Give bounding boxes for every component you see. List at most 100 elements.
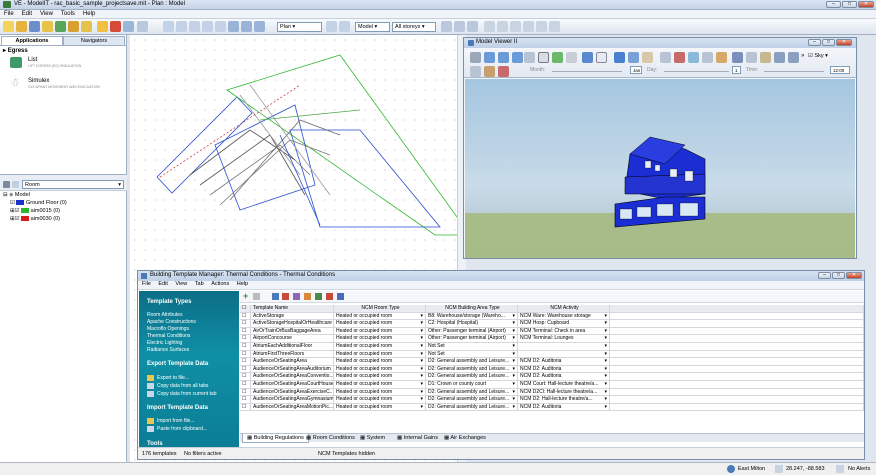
- zoom-fit-icon[interactable]: [189, 21, 200, 32]
- component-icon[interactable]: [68, 21, 79, 32]
- close-button[interactable]: ✕: [858, 1, 874, 8]
- import-from-file-link[interactable]: Import from file...: [157, 418, 195, 424]
- dropdown-arrow-icon[interactable]: ▾: [420, 335, 423, 342]
- paste-icon[interactable]: [523, 21, 534, 32]
- row-activity[interactable]: NCM Ware: Warehouse storage ▾: [518, 312, 610, 321]
- export-icon[interactable]: [774, 52, 785, 63]
- row-template-name[interactable]: AudienceOrSeatingAreaAuditorium: [251, 365, 334, 374]
- tab-system[interactable]: ▦ System: [360, 435, 385, 441]
- col-ncm-room-type[interactable]: NCM Room Type: [334, 305, 426, 313]
- dropdown-arrow-icon[interactable]: ▾: [512, 358, 515, 365]
- list-app-name[interactable]: List: [28, 57, 37, 63]
- shade-icon[interactable]: [642, 52, 653, 63]
- row-activity[interactable]: NCM D2Cl: Hall-lecture theatre/a... ▾: [518, 388, 610, 397]
- row-checkbox[interactable]: ☐: [240, 343, 251, 351]
- dropdown-arrow-icon[interactable]: ▾: [604, 373, 607, 380]
- row-template-name[interactable]: ActiveStorage: [251, 312, 334, 321]
- dropdown-arrow-icon[interactable]: ▾: [512, 343, 515, 350]
- side-thermal-conditions[interactable]: Thermal Conditions: [147, 333, 190, 339]
- remove-icon[interactable]: [253, 293, 260, 300]
- mgr-menu-view[interactable]: View: [175, 281, 187, 287]
- dropdown-arrow-icon[interactable]: ▾: [420, 373, 423, 380]
- pan-icon[interactable]: [215, 21, 226, 32]
- dropdown-arrow-icon[interactable]: ▾: [604, 404, 607, 411]
- row-template-name[interactable]: AudienceOrSeatingAreaCourtHouse: [251, 381, 334, 389]
- light-view-icon[interactable]: [716, 52, 727, 63]
- manager-minimize-button[interactable]: –: [818, 272, 831, 279]
- menu-edit[interactable]: Edit: [18, 10, 36, 18]
- mgr-menu-actions[interactable]: Actions: [211, 281, 229, 287]
- row-room-type[interactable]: Heated or occupied room ▾: [334, 396, 426, 404]
- row-checkbox[interactable]: ☐: [240, 358, 251, 366]
- side-apache-constructions[interactable]: Apache Constructions: [147, 319, 196, 325]
- pan-hand-icon[interactable]: [470, 52, 481, 63]
- material-icon[interactable]: [484, 66, 495, 77]
- menu-view[interactable]: View: [36, 10, 57, 18]
- delete-icon[interactable]: [536, 21, 547, 32]
- solid-cube-icon[interactable]: [614, 52, 625, 63]
- side-macroflo-openings[interactable]: Macroflo Openings: [147, 326, 189, 332]
- print-icon[interactable]: [788, 52, 799, 63]
- dropdown-arrow-icon[interactable]: ▾: [604, 366, 607, 373]
- dropdown-arrow-icon[interactable]: ▾: [420, 328, 423, 335]
- row-area-type[interactable]: D2: General assembly and Leisure... ▾: [426, 365, 518, 374]
- row-room-type[interactable]: Heated or occupied room ▾: [334, 403, 426, 412]
- row-checkbox[interactable]: ☐: [240, 388, 251, 397]
- dropdown-arrow-icon[interactable]: ▾: [604, 358, 607, 365]
- mgr-menu-tab[interactable]: Tab: [195, 281, 204, 287]
- row-area-type[interactable]: Other: Passenger terminal (Airport) ▾: [426, 327, 518, 336]
- dropdown-arrow-icon[interactable]: ▾: [512, 351, 515, 358]
- row-area-type[interactable]: D2: General assembly and Leisure... ▾: [426, 396, 518, 404]
- day-value[interactable]: 1: [732, 66, 741, 74]
- add-icon[interactable]: +: [243, 291, 248, 301]
- table-row[interactable]: ☐ AudienceOrSeatingAreaConventio... Heated…: [240, 373, 864, 381]
- filter-icon[interactable]: [12, 181, 19, 188]
- sphere-icon[interactable]: [538, 52, 549, 63]
- dropdown-arrow-icon[interactable]: ▾: [420, 381, 423, 388]
- sky-checkbox[interactable]: ☑ Sky ▾: [808, 53, 828, 59]
- row-activity[interactable]: NCM D2: Auditoria ▾: [518, 373, 610, 381]
- bulb-icon[interactable]: [746, 52, 757, 63]
- row-area-type[interactable]: D2: General assembly and Leisure... ▾: [426, 358, 518, 366]
- row-activity[interactable]: NCM D2: Hall-lecture theatre/a... ▾: [518, 396, 610, 404]
- model-select[interactable]: Model ▾: [355, 22, 390, 32]
- measure-icon[interactable]: [524, 52, 535, 63]
- row-activity[interactable]: ▾: [518, 350, 610, 359]
- row-checkbox[interactable]: ☐: [240, 350, 251, 359]
- side-radiance-surfaces[interactable]: Radiance Surfaces: [147, 347, 189, 353]
- down-level-icon[interactable]: [339, 21, 350, 32]
- viewer-maximize-button[interactable]: □: [822, 39, 835, 46]
- row-checkbox[interactable]: ☐: [240, 381, 251, 389]
- row-checkbox[interactable]: ☐: [240, 365, 251, 374]
- shape-icon[interactable]: [582, 52, 593, 63]
- sun-path-icon[interactable]: [688, 52, 699, 63]
- dropdown-arrow-icon[interactable]: ▾: [420, 358, 423, 365]
- row-room-type[interactable]: Heated or occupied room ▾: [334, 373, 426, 381]
- dropdown-arrow-icon[interactable]: ▾: [512, 396, 515, 403]
- storey-up-icon[interactable]: [441, 21, 452, 32]
- list-app-icon[interactable]: [10, 57, 22, 68]
- storey-down-icon[interactable]: [454, 21, 465, 32]
- tab-internal-gains[interactable]: ▦ Internal Gains: [397, 435, 438, 441]
- copy-row-icon[interactable]: [272, 293, 279, 300]
- dropdown-arrow-icon[interactable]: ▾: [604, 313, 607, 320]
- room-select[interactable]: Room ▾: [22, 180, 124, 189]
- row-activity[interactable]: NCM Terminal: Lounges ▾: [518, 335, 610, 343]
- model-icon[interactable]: [55, 21, 66, 32]
- tab-air-exchanges[interactable]: ▦ Air Exchanges: [444, 435, 486, 441]
- dropdown-arrow-icon[interactable]: ▾: [512, 389, 515, 396]
- row-room-type[interactable]: Heated or occupied room ▾: [334, 350, 426, 359]
- paste-from-clipboard-link[interactable]: Paste from clipboard...: [157, 426, 207, 432]
- table-row[interactable]: ☐ AudienceOrSeatingArea Heated or occupied…: [240, 358, 864, 366]
- manager-maximize-button[interactable]: □: [832, 272, 845, 279]
- dropdown-arrow-icon[interactable]: ▾: [420, 320, 423, 327]
- cube-front-icon[interactable]: [498, 52, 509, 63]
- dropdown-arrow-icon[interactable]: ▾: [604, 328, 607, 335]
- menu-help[interactable]: Help: [79, 10, 99, 18]
- table-row[interactable]: ☐ AudienceOrSeatingAreaAuditorium Heated o…: [240, 365, 864, 374]
- dropdown-arrow-icon[interactable]: ▾: [420, 389, 423, 396]
- table-row[interactable]: ☐ ActiveStorage Heated or occupied room ▾ B8…: [240, 312, 864, 321]
- dropdown-arrow-icon[interactable]: ▾: [420, 404, 423, 411]
- table-row[interactable]: ☐ AtriumEachAdditionalFloor Heated or occu…: [240, 343, 864, 351]
- save-icon[interactable]: [29, 21, 40, 32]
